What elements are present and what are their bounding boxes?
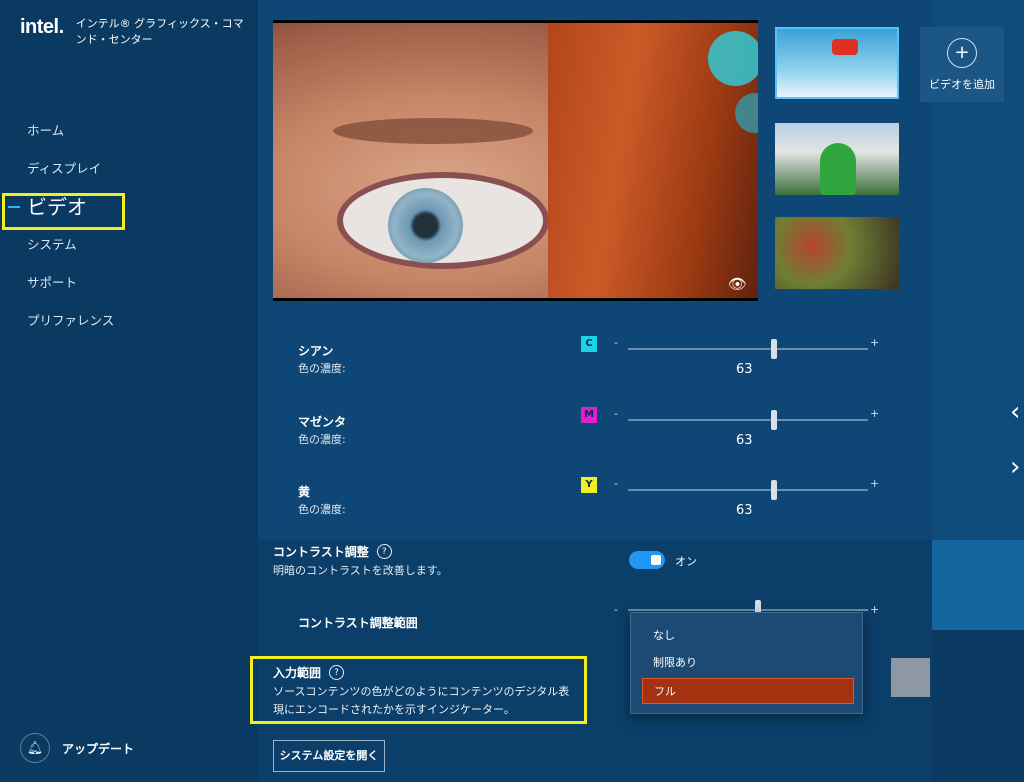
slider-value: 63 bbox=[736, 433, 753, 448]
sidebar-item-display[interactable]: ディスプレイ bbox=[0, 150, 258, 188]
slider-name: 黄 bbox=[298, 485, 311, 499]
app-title: インテル® グラフィックス・コマンド・センター bbox=[75, 17, 244, 46]
cyan-slider-row: シアン 色の濃度: C - + 63 bbox=[298, 336, 888, 402]
slider-knob[interactable] bbox=[771, 339, 777, 359]
video-preview: 👁︎ bbox=[273, 20, 758, 301]
help-icon[interactable]: ? bbox=[376, 544, 392, 559]
magenta-chip: M bbox=[581, 407, 597, 423]
slider-sublabel: 色の濃度: bbox=[298, 503, 346, 516]
plus-icon: + bbox=[947, 37, 977, 68]
sidebar-item-preferences[interactable]: プリファレンス bbox=[0, 302, 258, 340]
contrast-toggle[interactable] bbox=[629, 551, 665, 569]
sidebar-item-system[interactable]: システム bbox=[0, 226, 258, 264]
input-range-dropdown: なし 制限あり フル bbox=[630, 612, 863, 714]
sidebar: intel. インテル® グラフィックス・コマンド・センター ホーム ディスプレ… bbox=[0, 0, 258, 782]
slider-track[interactable] bbox=[628, 419, 868, 421]
increase-button[interactable]: + bbox=[870, 477, 879, 490]
chevron-up-icon[interactable]: ‹ bbox=[1010, 397, 1020, 427]
bell-icon: 🔔︎ bbox=[20, 733, 50, 763]
slider-track[interactable] bbox=[628, 348, 868, 350]
magenta-slider-row: マゼンタ 色の濃度: M - + 63 bbox=[298, 407, 888, 473]
decorative-square bbox=[891, 658, 930, 697]
input-range-description: ソースコンテンツの色がどのようにコンテンツのデジタル表現にエンコードされたかを示… bbox=[273, 685, 570, 716]
decrease-button[interactable]: - bbox=[614, 477, 618, 490]
dropdown-option-limited[interactable]: 制限あり bbox=[642, 650, 854, 676]
contrast-title: コントラスト調整 ? bbox=[273, 543, 392, 560]
contrast-range-increase[interactable]: + bbox=[870, 603, 879, 616]
thumbnail-snowboard[interactable] bbox=[775, 27, 899, 99]
slider-sublabel: 色の濃度: bbox=[298, 362, 346, 375]
contrast-title-text: コントラスト調整 bbox=[273, 545, 369, 559]
slider-knob[interactable] bbox=[771, 480, 777, 500]
sidebar-item-support[interactable]: サポート bbox=[0, 264, 258, 302]
thumbnail-people[interactable] bbox=[775, 123, 899, 195]
contrast-description: 明暗のコントラストを改善します。 bbox=[273, 564, 448, 577]
decrease-button[interactable]: - bbox=[614, 336, 618, 349]
dropdown-option-none[interactable]: なし bbox=[642, 623, 854, 649]
video-highlight-box bbox=[2, 193, 125, 230]
add-video-button[interactable]: + ビデオを追加 bbox=[920, 27, 1004, 102]
intel-logo: intel. bbox=[20, 16, 64, 38]
slider-sublabel: 色の濃度: bbox=[298, 433, 346, 446]
decrease-button[interactable]: - bbox=[614, 407, 618, 420]
contrast-range-title: コントラスト調整範囲 bbox=[298, 616, 418, 630]
increase-button[interactable]: + bbox=[870, 407, 879, 420]
slider-name: シアン bbox=[298, 344, 334, 358]
right-panel-accent bbox=[932, 540, 1024, 630]
slider-value: 63 bbox=[736, 503, 753, 518]
thumbnail-market[interactable] bbox=[775, 217, 899, 289]
cyan-chip: C bbox=[581, 336, 597, 352]
sidebar-item-home[interactable]: ホーム bbox=[0, 112, 258, 150]
input-range-title-text: 入力範囲 bbox=[273, 666, 322, 680]
open-system-settings-button[interactable]: システム設定を開く bbox=[273, 740, 385, 772]
chevron-down-icon[interactable]: › bbox=[1010, 452, 1020, 482]
slider-value: 63 bbox=[736, 362, 753, 377]
add-video-label: ビデオを追加 bbox=[929, 77, 995, 91]
yellow-chip: Y bbox=[581, 477, 597, 493]
contrast-range-track[interactable] bbox=[628, 609, 868, 611]
dropdown-option-full[interactable]: フル bbox=[642, 678, 854, 704]
slider-track[interactable] bbox=[628, 489, 868, 491]
yellow-slider-row: 黄 色の濃度: Y - + 63 bbox=[298, 477, 888, 543]
update-label: アップデート bbox=[62, 741, 135, 756]
slider-knob[interactable] bbox=[771, 410, 777, 430]
input-range-title: 入力範囲 ? bbox=[273, 664, 345, 681]
eye-icon[interactable]: 👁︎ bbox=[728, 275, 747, 293]
help-icon[interactable]: ? bbox=[329, 665, 345, 680]
increase-button[interactable]: + bbox=[870, 336, 879, 349]
update-button[interactable]: 🔔︎ アップデート bbox=[20, 733, 134, 763]
slider-name: マゼンタ bbox=[298, 415, 347, 429]
toggle-state-label: オン bbox=[675, 555, 697, 568]
contrast-range-decrease[interactable]: - bbox=[614, 603, 618, 616]
brand: intel. インテル® グラフィックス・コマンド・センター bbox=[20, 16, 251, 48]
